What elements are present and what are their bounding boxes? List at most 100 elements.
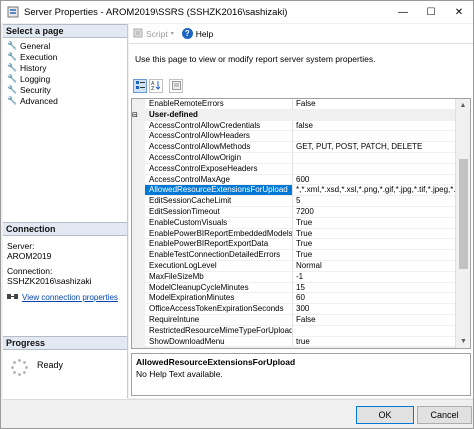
property-value[interactable]: True xyxy=(293,239,456,251)
property-row[interactable]: EnableTestConnectionDetailedErrors True xyxy=(132,250,456,261)
vertical-scrollbar[interactable]: ▲ ▼ xyxy=(455,99,470,348)
cancel-button[interactable]: Cancel xyxy=(417,406,472,424)
property-name[interactable]: RequireIntune xyxy=(145,314,293,326)
view-connection-properties-link[interactable]: View connection properties xyxy=(7,292,123,304)
property-name[interactable]: EditSessionCacheLimit xyxy=(145,196,293,207)
page-item-logging[interactable]: 🔧 Logging xyxy=(7,73,127,84)
row-gutter xyxy=(132,174,145,186)
property-value[interactable]: GET, PUT, POST, PATCH, DELETE xyxy=(293,142,456,153)
property-value[interactable]: True xyxy=(293,250,456,261)
property-value[interactable]: 60 xyxy=(293,293,456,305)
script-button[interactable]: Script ▾ xyxy=(133,28,174,40)
property-name[interactable]: AccessControlAllowHeaders xyxy=(145,131,293,143)
property-name[interactable]: MaxFileSizeMb xyxy=(145,271,293,283)
property-name[interactable]: AccessControlAllowCredentials xyxy=(145,120,293,132)
property-name[interactable]: EditSessionTimeout xyxy=(145,206,293,218)
property-grid-toolbar: AZ xyxy=(133,79,185,93)
help-panel-title: AllowedResourceExtensionsForUpload xyxy=(136,357,296,367)
property-value[interactable]: 15 xyxy=(293,282,456,294)
property-row[interactable]: ExecutionLogLevel Normal xyxy=(132,260,456,272)
property-help-panel: AllowedResourceExtensionsForUpload No He… xyxy=(131,353,471,396)
help-label: Help xyxy=(195,28,214,39)
property-value[interactable]: True xyxy=(293,228,456,240)
property-name[interactable]: AccessControlExposeHeaders xyxy=(145,163,293,175)
property-value[interactable] xyxy=(293,325,456,337)
category-name[interactable]: User-defined xyxy=(145,109,293,121)
property-value[interactable]: 600 xyxy=(293,174,456,186)
property-value[interactable] xyxy=(293,131,456,143)
row-gutter xyxy=(132,336,145,348)
property-name[interactable]: EnableRemoteErrors xyxy=(145,99,293,110)
property-name[interactable]: EnablePowerBIReportEmbeddedModels xyxy=(145,228,293,240)
property-value[interactable]: *,*.xml,*.xsd,*.xsl,*.png,*.gif,*.jpg,*.… xyxy=(293,185,456,197)
property-name[interactable]: ModelExpirationMinutes xyxy=(145,293,293,305)
property-name[interactable]: EnableTestConnectionDetailedErrors xyxy=(145,250,293,261)
property-name[interactable]: ModelCleanupCycleMinutes xyxy=(145,282,293,294)
property-value[interactable] xyxy=(293,163,456,175)
page-item-history[interactable]: 🔧 History xyxy=(7,62,127,73)
property-row[interactable]: AccessControlAllowHeaders xyxy=(132,131,456,143)
property-row[interactable]: EnablePowerBIReportEmbeddedModels True xyxy=(132,228,456,240)
property-value[interactable]: false xyxy=(293,120,456,132)
help-button[interactable]: ? Help xyxy=(181,28,214,39)
ok-button[interactable]: OK xyxy=(356,406,414,424)
property-row[interactable]: ModelExpirationMinutes 60 xyxy=(132,293,456,305)
property-pages-button[interactable] xyxy=(169,79,183,93)
property-value[interactable]: 7200 xyxy=(293,206,456,218)
row-gutter xyxy=(132,131,145,143)
alphabetical-view-button[interactable]: AZ xyxy=(149,79,163,93)
page-item-security[interactable]: 🔧 Security xyxy=(7,84,127,95)
property-name[interactable]: ShowDownloadMenu xyxy=(145,336,293,348)
property-name[interactable]: OfficeAccessTokenExpirationSeconds xyxy=(145,304,293,315)
row-gutter xyxy=(132,228,145,240)
property-name[interactable]: ExecutionLogLevel xyxy=(145,260,293,272)
scrollbar-thumb[interactable] xyxy=(459,159,468,269)
property-row[interactable]: AccessControlAllowOrigin xyxy=(132,152,456,164)
property-name[interactable]: AccessControlAllowMethods xyxy=(145,142,293,153)
property-row[interactable]: ModelCleanupCycleMinutes 15 xyxy=(132,282,456,294)
scroll-up-icon[interactable]: ▲ xyxy=(456,99,470,112)
property-row[interactable]: EditSessionCacheLimit 5 xyxy=(132,196,456,207)
property-row[interactable]: RequireIntune False xyxy=(132,314,456,326)
property-name[interactable]: AllowedResourceExtensionsForUpload xyxy=(145,185,293,197)
property-row[interactable]: EnableCustomVisuals True xyxy=(132,217,456,229)
property-name[interactable]: AccessControlAllowOrigin xyxy=(145,152,293,164)
property-row[interactable]: EnablePowerBIReportExportData True xyxy=(132,239,456,251)
property-row[interactable]: AccessControlExposeHeaders xyxy=(132,163,456,175)
property-name-text: AccessControlAllowOrigin xyxy=(149,152,242,162)
property-row[interactable]: AccessControlAllowCredentials false xyxy=(132,120,456,132)
scroll-down-icon[interactable]: ▼ xyxy=(456,335,470,348)
property-name[interactable]: EnablePowerBIReportExportData xyxy=(145,239,293,251)
property-row[interactable]: EditSessionTimeout 7200 xyxy=(132,206,456,218)
property-row[interactable]: MaxFileSizeMb -1 xyxy=(132,271,456,283)
property-name[interactable]: AccessControlMaxAge xyxy=(145,174,293,186)
maximize-button[interactable]: ☐ xyxy=(417,1,445,23)
property-name[interactable]: EnableCustomVisuals xyxy=(145,217,293,229)
page-item-general[interactable]: 🔧 General xyxy=(7,40,127,51)
property-row[interactable]: AllowedResourceExtensionsForUpload *,*.xm… xyxy=(132,185,456,197)
property-value[interactable]: Normal xyxy=(293,260,456,272)
property-value[interactable]: False xyxy=(293,314,456,326)
property-value[interactable]: 5 xyxy=(293,196,456,207)
property-row[interactable]: OfficeAccessTokenExpirationSeconds 300 xyxy=(132,304,456,315)
property-value[interactable]: -1 xyxy=(293,271,456,283)
collapse-icon[interactable]: ⊟ xyxy=(132,111,140,122)
minimize-button[interactable]: — xyxy=(389,1,417,23)
property-value[interactable]: False xyxy=(293,99,456,110)
page-item-advanced[interactable]: 🔧 Advanced xyxy=(7,95,127,106)
property-name[interactable]: RestrictedResourceMimeTypeForUpload xyxy=(145,325,293,337)
property-row[interactable]: EnableRemoteErrors False xyxy=(132,99,456,110)
property-row[interactable]: ShowDownloadMenu true xyxy=(132,336,456,348)
close-button[interactable]: ✕ xyxy=(445,1,473,23)
property-name-text: EditSessionTimeout xyxy=(149,206,220,216)
property-category-row[interactable]: ⊟ User-defined xyxy=(132,109,456,122)
categorized-view-button[interactable] xyxy=(133,79,147,93)
property-row[interactable]: AccessControlAllowMethods GET, PUT, POST,… xyxy=(132,142,456,153)
page-item-execution[interactable]: 🔧 Execution xyxy=(7,51,127,62)
property-value[interactable]: true xyxy=(293,336,456,348)
property-row[interactable]: AccessControlMaxAge 600 xyxy=(132,174,456,186)
property-value[interactable]: 300 xyxy=(293,304,456,315)
property-value[interactable] xyxy=(293,152,456,164)
property-value[interactable]: True xyxy=(293,217,456,229)
property-row[interactable]: RestrictedResourceMimeTypeForUpload xyxy=(132,325,456,337)
